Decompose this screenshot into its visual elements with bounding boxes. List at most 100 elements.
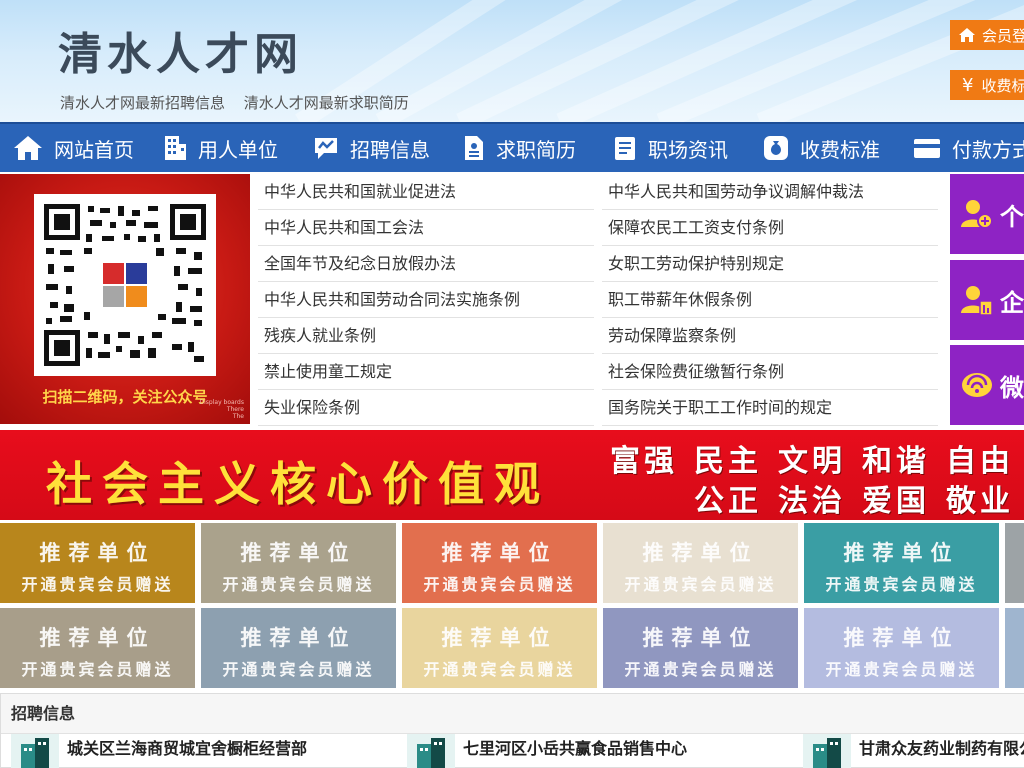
law-column-right: 中华人民共和国劳动争议调解仲裁法 保障农民工工资支付条例 女职工劳动保护特别规定…: [602, 174, 938, 426]
recruit-job-row: 城关区兰海商贸城宜舍橱柜经营部 七里河区小岳共赢食品销售中心 甘肃众友药业制药有…: [1, 734, 1024, 768]
recommend-tile-subtitle: 开通贵宾会员赠送: [222, 660, 375, 679]
recommend-unit-tile[interactable]: 推荐单位开通贵宾会员赠送: [201, 523, 396, 603]
company-logo-icon: [11, 734, 59, 768]
recommend-unit-tile[interactable]: 推荐单位开通贵宾会员赠送: [603, 608, 798, 688]
recommend-tile-title: 推荐单位: [642, 541, 759, 565]
recommend-tile-title: 推荐单位: [240, 541, 357, 565]
company-logo-icon: [803, 734, 851, 768]
main-nav: 网站首页 用人单位 招聘信息 求职简历 职场资讯 收费标准 付款方式: [0, 122, 1024, 172]
personal-login-tile[interactable]: 个: [950, 174, 1024, 254]
job-company-name: 七里河区小岳共赢食品销售中心: [463, 739, 688, 758]
qr-code-banner[interactable]: 扫描二维码，关注公众号 Display boards There The: [0, 174, 250, 424]
resume-icon: [465, 136, 483, 160]
member-login-button[interactable]: 会员登: [950, 20, 1024, 50]
nav-employers[interactable]: 用人单位: [150, 124, 300, 172]
value-word: 自由: [946, 444, 1014, 479]
money-bag-icon: [764, 136, 788, 160]
recruit-section: 招聘信息 城关区兰海商贸城宜舍橱柜经营部 七里河区小岳共赢食品销售中心 甘肃众友…: [0, 693, 1024, 768]
wechat-tile[interactable]: 微: [950, 345, 1024, 425]
law-link[interactable]: 中华人民共和国劳动合同法实施条例: [258, 282, 594, 318]
nav-resumes-label: 求职简历: [496, 137, 576, 162]
law-link[interactable]: 失业保险条例: [258, 390, 594, 426]
latest-resumes-link[interactable]: 清水人才网最新求职简历: [244, 94, 409, 112]
law-link[interactable]: 残疾人就业条例: [258, 318, 594, 354]
header-sub-links: 清水人才网最新招聘信息 清水人才网最新求职简历: [60, 92, 423, 113]
nav-jobs[interactable]: 招聘信息: [300, 124, 450, 172]
recommend-unit-tile[interactable]: 推荐单位开通贵宾会员赠送: [402, 608, 597, 688]
enterprise-tile-label: 企: [1000, 288, 1024, 317]
chat-icon: [315, 138, 337, 159]
value-word: 民主: [694, 444, 762, 479]
job-item[interactable]: 城关区兰海商贸城宜舍橱柜经营部: [11, 734, 307, 768]
value-word: 法治: [778, 484, 846, 519]
site-title[interactable]: 清水人才网: [58, 18, 303, 82]
recommend-unit-tile[interactable]: 推荐单位开通贵宾会员赠送: [0, 523, 195, 603]
recommend-unit-tile[interactable]: 推荐单位开通贵宾会员赠送: [0, 608, 195, 688]
fee-standard-button[interactable]: ¥ 收费标: [950, 70, 1024, 100]
law-link[interactable]: 女职工劳动保护特别规定: [602, 246, 938, 282]
recommend-tile-subtitle: 开通贵宾会员赠送: [624, 660, 777, 679]
law-link[interactable]: 中华人民共和国工会法: [258, 210, 594, 246]
recommend-tile-title: 推荐单位: [1005, 537, 1024, 567]
law-list: 中华人民共和国就业促进法 中华人民共和国工会法 全国年节及纪念日放假办法 中华人…: [258, 174, 938, 426]
nav-payment[interactable]: 付款方式: [900, 124, 1024, 172]
qr-small-print: Display boards There The: [199, 399, 244, 420]
person-add-icon: [961, 200, 993, 229]
law-link[interactable]: 社会保险费征缴暂行条例: [602, 354, 938, 390]
core-values-row-1: 富强 民主 文明 和谐 自由: [610, 436, 1024, 480]
recommend-unit-tile[interactable]: 推荐单位开通贵宾会员赠送: [1005, 523, 1024, 603]
nav-fees[interactable]: 收费标准: [750, 124, 900, 172]
recommend-tile-subtitle: 开通贵宾会员赠送: [222, 575, 375, 594]
recommend-tile-title: 推荐单位: [441, 541, 558, 565]
personal-tile-label: 个: [1000, 202, 1024, 231]
member-login-label: 会员登: [982, 26, 1024, 45]
law-link[interactable]: 中华人民共和国劳动争议调解仲裁法: [602, 174, 938, 210]
value-word: 和谐: [862, 444, 930, 479]
recommend-unit-tile[interactable]: 推荐单位开通贵宾会员赠送: [804, 523, 999, 603]
recommend-unit-tile[interactable]: 推荐单位开通贵宾会员赠送: [201, 608, 396, 688]
job-item[interactable]: 七里河区小岳共赢食品销售中心: [407, 734, 687, 768]
law-column-left: 中华人民共和国就业促进法 中华人民共和国工会法 全国年节及纪念日放假办法 中华人…: [258, 174, 594, 426]
enterprise-login-tile[interactable]: 企: [950, 260, 1024, 340]
job-company-name: 甘肃众友药业制药有限公: [859, 739, 1024, 758]
nav-news[interactable]: 职场资讯: [600, 124, 750, 172]
recommend-tile-title: 推荐单位: [843, 541, 960, 565]
nav-jobs-label: 招聘信息: [350, 137, 430, 162]
recommend-tile-subtitle: 开通贵宾会员赠送: [1005, 656, 1024, 680]
job-item[interactable]: 甘肃众友药业制药有限公: [803, 734, 1024, 768]
law-link[interactable]: 职工带薪年休假条例: [602, 282, 938, 318]
recommend-unit-tile[interactable]: 推荐单位开通贵宾会员赠送: [603, 523, 798, 603]
recommend-tile-subtitle: 开通贵宾会员赠送: [423, 660, 576, 679]
law-link[interactable]: 禁止使用童工规定: [258, 354, 594, 390]
nav-resumes[interactable]: 求职简历: [450, 124, 600, 172]
latest-jobs-link[interactable]: 清水人才网最新招聘信息: [60, 94, 225, 112]
card-icon: [914, 139, 940, 158]
building-icon: [165, 136, 186, 160]
recommend-tile-title: 推荐单位: [39, 626, 156, 650]
recommend-tile-title: 推荐单位: [843, 626, 960, 650]
core-values-row-2: 公正 法治 爱国 敬业: [694, 476, 1024, 520]
recommend-tile-title: 推荐单位: [642, 626, 759, 650]
wechat-icon: [962, 373, 992, 397]
law-link[interactable]: 保障农民工工资支付条例: [602, 210, 938, 246]
law-link[interactable]: 中华人民共和国就业促进法: [258, 174, 594, 210]
nav-home[interactable]: 网站首页: [0, 124, 150, 172]
recommend-unit-tile[interactable]: 推荐单位开通贵宾会员赠送: [804, 608, 999, 688]
recommend-tile-subtitle: 开通贵宾会员赠送: [624, 575, 777, 594]
enterprise-user-icon: [961, 286, 993, 316]
law-link[interactable]: 劳动保障监察条例: [602, 318, 938, 354]
nav-home-label: 网站首页: [54, 137, 134, 162]
recommend-tile-subtitle: 开通贵宾会员赠送: [825, 575, 978, 594]
company-logo-icon: [407, 734, 455, 768]
recommend-unit-tile[interactable]: 推荐单位开通贵宾会员赠送: [402, 523, 597, 603]
value-word: 敬业: [946, 484, 1014, 519]
law-link[interactable]: 全国年节及纪念日放假办法: [258, 246, 594, 282]
news-icon: [615, 137, 635, 160]
value-word: 文明: [778, 444, 846, 479]
core-values-title: 社会主义核心价值观: [46, 457, 550, 511]
recommend-tile-subtitle: 开通贵宾会员赠送: [1005, 571, 1024, 595]
law-link[interactable]: 国务院关于职工工作时间的规定: [602, 390, 938, 426]
recommend-unit-tile[interactable]: 推荐单位开通贵宾会员赠送: [1005, 608, 1024, 688]
recommend-tile-title: 推荐单位: [39, 541, 156, 565]
recommend-tile-title: 推荐单位: [240, 626, 357, 650]
